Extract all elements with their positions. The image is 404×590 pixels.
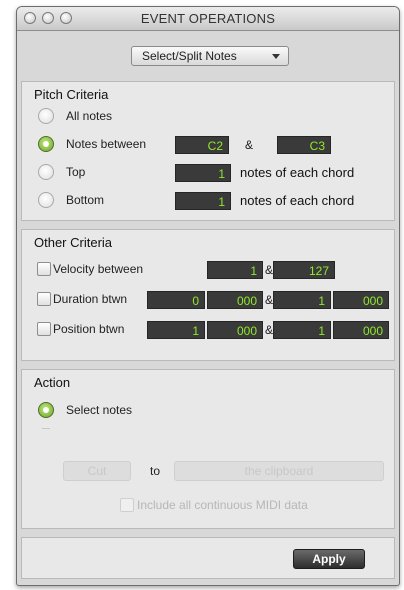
hidden-radio-divider [42,428,50,429]
notes-between-amp: & [245,138,254,152]
position-min-bars-field[interactable]: 1 [147,321,205,339]
other-criteria-section: Other Criteria Velocity between 1 & 127 … [21,229,395,361]
footer-bar: Apply [21,537,395,579]
duration-max-bars-field[interactable]: 1 [273,291,331,309]
all-notes-radio[interactable] [38,108,54,124]
position-label: Position btwn [53,322,125,336]
bottom-label: Bottom [66,193,105,207]
velocity-min-field[interactable]: 1 [207,261,263,279]
top-label: Top [66,165,86,179]
pitch-criteria-heading: Pitch Criteria [34,87,109,102]
duration-min-bars-field[interactable]: 0 [147,291,205,309]
velocity-label: Velocity between [53,262,144,276]
all-notes-label: All notes [66,109,113,123]
operation-dropdown[interactable]: Select/Split Notes [131,46,289,66]
operation-menu-area: Select/Split Notes [17,31,399,79]
velocity-amp: & [265,263,274,277]
position-checkbox[interactable] [37,322,51,336]
chevron-down-icon [272,54,280,59]
select-notes-radio[interactable] [38,402,54,418]
bottom-radio[interactable] [38,192,54,208]
cut-button[interactable]: Cut [63,461,131,481]
select-notes-label: Select notes [66,403,133,417]
bottom-suffix: notes of each chord [240,193,355,208]
notes-between-to-field[interactable]: C3 [277,136,331,154]
position-amp: & [265,323,274,337]
bottom-count-field[interactable]: 1 [175,192,231,210]
clipboard-destination-menu[interactable]: the clipboard [174,461,384,481]
to-label: to [150,464,161,478]
operation-dropdown-label: Select/Split Notes [142,49,237,63]
notes-between-label: Notes between [66,137,147,151]
window-title: EVENT OPERATIONS [140,11,276,26]
event-operations-window: EVENT OPERATIONS Select/Split Notes Pitc… [16,6,400,586]
top-radio[interactable] [38,164,54,180]
duration-checkbox[interactable] [37,292,51,306]
duration-min-ticks-field[interactable]: 000 [207,291,263,309]
include-midi-checkbox[interactable] [120,498,134,512]
velocity-max-field[interactable]: 127 [273,261,335,279]
top-count-field[interactable]: 1 [175,164,231,182]
top-suffix: notes of each chord [240,165,355,180]
action-heading: Action [34,375,71,390]
position-min-ticks-field[interactable]: 000 [207,321,263,339]
duration-label: Duration btwn [53,292,128,306]
title-bar[interactable]: EVENT OPERATIONS [17,7,399,31]
pitch-criteria-section: Pitch Criteria All notes Notes between C… [21,81,395,221]
duration-max-ticks-field[interactable]: 000 [333,291,389,309]
position-max-bars-field[interactable]: 1 [273,321,331,339]
duration-amp: & [265,293,274,307]
include-midi-label: Include all continuous MIDI data [137,498,308,512]
position-max-ticks-field[interactable]: 000 [333,321,389,339]
velocity-checkbox[interactable] [37,262,51,276]
action-section: Action Select notes Cut to the clipboard… [21,369,395,529]
other-criteria-heading: Other Criteria [34,235,113,250]
notes-between-from-field[interactable]: C2 [175,136,229,154]
notes-between-radio[interactable] [38,136,54,152]
apply-button[interactable]: Apply [293,549,365,569]
